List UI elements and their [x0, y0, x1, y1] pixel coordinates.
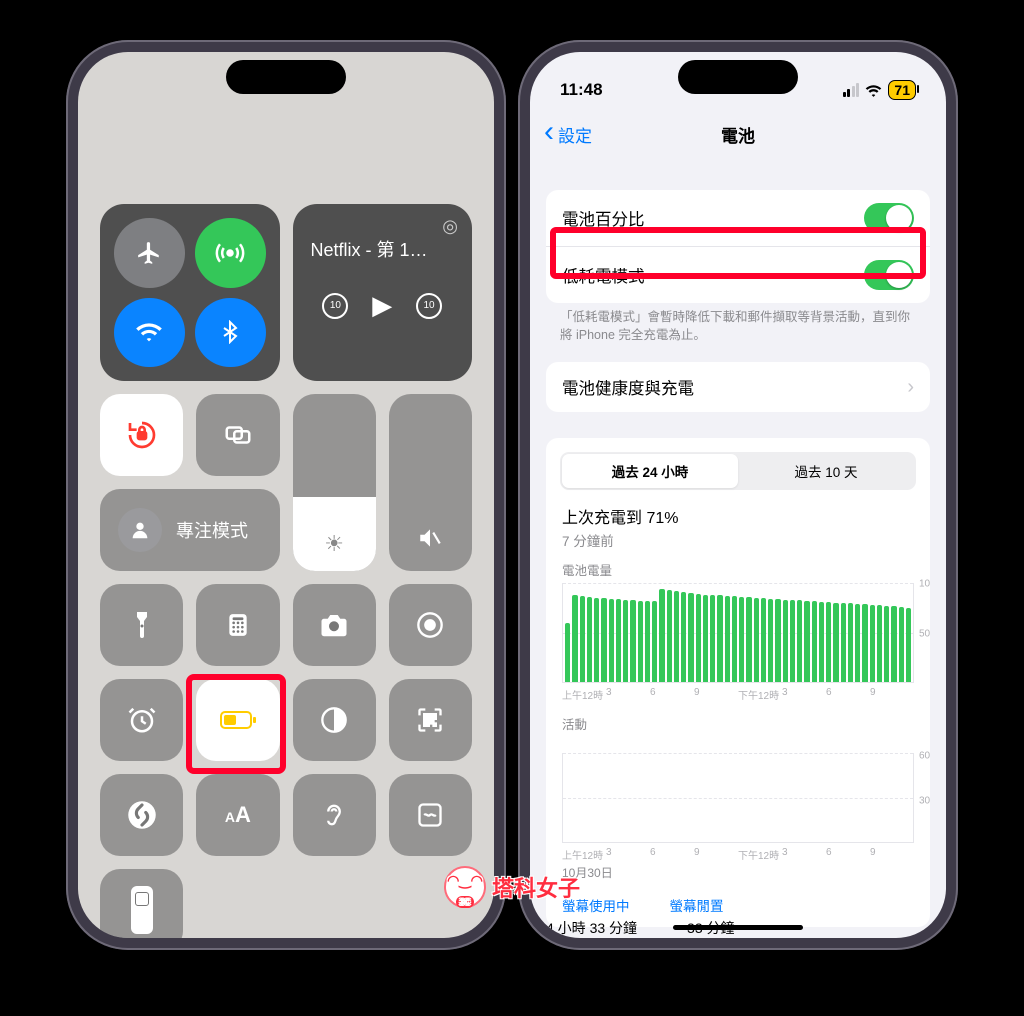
low-power-note: 「低耗電模式」會暫時降低下載和郵件擷取等背景活動，直到你將 iPhone 完全充…: [530, 303, 946, 344]
last-charge-title: 上次充電到 71%: [546, 500, 930, 528]
dark-mode-button[interactable]: [293, 679, 376, 761]
home-indicator[interactable]: [673, 925, 803, 930]
bluetooth-icon: [218, 320, 242, 344]
battery-icon: [220, 710, 256, 730]
dynamic-island: [226, 60, 346, 94]
play-button[interactable]: ▶: [372, 290, 392, 321]
chart2-label: 活動: [546, 714, 930, 737]
phone-right: 11:48 71 設定 電池 電池百分比 低耗電模: [518, 40, 958, 950]
dynamic-island: [678, 60, 798, 94]
flashlight-icon: [130, 610, 154, 640]
nav-bar: 設定 電池: [530, 112, 946, 156]
chart1-label: 電池電量: [546, 560, 930, 583]
shazam-button[interactable]: [100, 774, 183, 856]
quick-note-button[interactable]: [389, 774, 472, 856]
alarm-icon: [127, 705, 157, 735]
wifi-toggle[interactable]: [114, 298, 185, 368]
time-range-segment[interactable]: 過去 24 小時 過去 10 天: [560, 452, 916, 490]
remote-icon: [131, 886, 153, 934]
record-icon: [416, 611, 444, 639]
settings-battery-screen: 11:48 71 設定 電池 電池百分比 低耗電模: [530, 52, 946, 938]
text-size-icon: AA: [225, 802, 251, 828]
usage-legend: 螢幕使用中 螢幕閒置: [546, 887, 930, 915]
camera-button[interactable]: [293, 584, 376, 666]
brightness-slider[interactable]: ☀: [293, 394, 376, 571]
mute-icon: [389, 525, 472, 557]
contrast-icon: [320, 706, 348, 734]
row-low-power-mode[interactable]: 低耗電模式: [546, 246, 930, 303]
seg-10d[interactable]: 過去 10 天: [738, 454, 914, 488]
apple-tv-remote-button[interactable]: [100, 869, 183, 938]
cellular-icon: [215, 238, 245, 268]
watermark-text: 塔科女子: [492, 871, 580, 903]
battery-percent-switch[interactable]: [864, 203, 914, 233]
usage-on-value: 4 小時 33 分鐘: [546, 918, 637, 927]
control-center-screen: ◎ Netflix - 第 1… 10 ▶ 10: [78, 52, 494, 938]
focus-mode-button[interactable]: 專注模式: [100, 489, 280, 571]
back-button[interactable]: 設定: [544, 122, 592, 147]
calculator-icon: [225, 612, 251, 638]
phone-left: ◎ Netflix - 第 1… 10 ▶ 10: [66, 40, 506, 950]
connectivity-group[interactable]: [100, 204, 280, 381]
skip-forward-button[interactable]: 10: [416, 293, 442, 319]
legend-screen-off[interactable]: 螢幕閒置: [670, 895, 724, 915]
low-power-switch[interactable]: [864, 260, 914, 290]
airplane-mode-toggle[interactable]: [114, 218, 185, 288]
cellular-signal-icon: [843, 83, 860, 97]
qr-icon: [416, 706, 444, 734]
seg-24h[interactable]: 過去 24 小時: [562, 454, 738, 488]
activity-chart[interactable]: 60分 30分: [562, 753, 914, 843]
row-battery-percentage[interactable]: 電池百分比: [546, 190, 930, 246]
low-power-mode-button[interactable]: [196, 679, 279, 761]
calculator-button[interactable]: [196, 584, 279, 666]
shazam-icon: [127, 800, 157, 830]
cellular-data-toggle[interactable]: [195, 218, 266, 288]
screen-mirroring-button[interactable]: [196, 394, 279, 476]
bluetooth-toggle[interactable]: [195, 298, 266, 368]
battery-usage-card: 過去 24 小時 過去 10 天 上次充電到 71% 7 分鐘前 電池電量 10…: [546, 438, 930, 927]
screen-record-button[interactable]: [389, 584, 472, 666]
wifi-icon: [135, 318, 163, 346]
battery-status-icon: 71: [888, 80, 916, 100]
brightness-icon: ☀: [293, 531, 376, 557]
chart-date: 10月30日: [546, 862, 930, 887]
mirror-icon: [223, 420, 253, 450]
orientation-lock-toggle[interactable]: [100, 394, 183, 476]
focus-icon: [118, 508, 162, 552]
last-charge-subtitle: 7 分鐘前: [546, 528, 930, 560]
volume-slider[interactable]: [389, 394, 472, 571]
focus-label: 專注模式: [176, 517, 248, 543]
battery-level-chart[interactable]: 100% 50%: [562, 583, 914, 683]
camera-icon: [319, 612, 349, 638]
airplane-icon: [136, 240, 162, 266]
page-title: 電池: [721, 122, 755, 147]
qr-scanner-button[interactable]: [389, 679, 472, 761]
watermark: 塔科女子: [444, 866, 580, 908]
chevron-right-icon: ›: [907, 376, 914, 399]
row-battery-health[interactable]: 電池健康度與充電 ›: [546, 362, 930, 412]
status-time: 11:48: [560, 80, 603, 100]
hearing-button[interactable]: [293, 774, 376, 856]
flashlight-button[interactable]: [100, 584, 183, 666]
media-title: Netflix - 第 1…: [311, 236, 455, 262]
media-controls[interactable]: ◎ Netflix - 第 1… 10 ▶ 10: [293, 204, 473, 381]
lock-rotation-icon: [126, 419, 158, 451]
text-size-button[interactable]: AA: [196, 774, 279, 856]
ear-icon: [320, 800, 348, 830]
airplay-icon[interactable]: ◎: [442, 216, 458, 237]
watermark-avatar-icon: [444, 866, 486, 908]
skip-back-button[interactable]: 10: [322, 293, 348, 319]
wifi-status-icon: [865, 84, 882, 97]
alarm-button[interactable]: [100, 679, 183, 761]
note-icon: [416, 801, 444, 829]
